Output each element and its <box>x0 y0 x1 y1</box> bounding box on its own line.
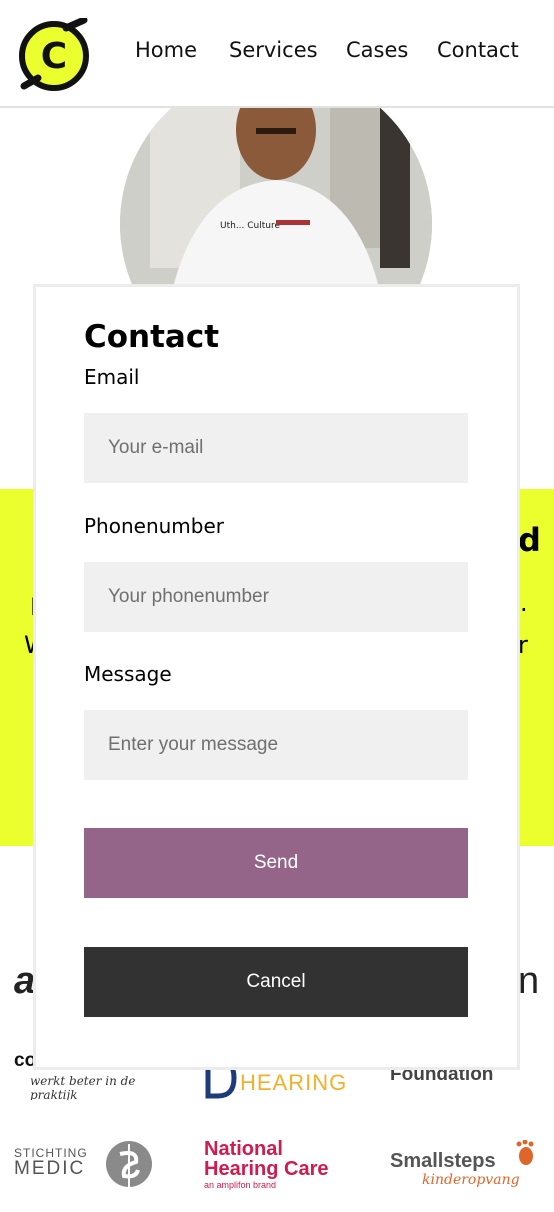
modal-title: Contact <box>84 319 220 355</box>
partner-logo: a <box>14 960 36 1002</box>
logo-icon[interactable]: C <box>16 16 92 94</box>
message-field[interactable] <box>84 710 468 780</box>
nav-home[interactable]: Home <box>135 38 197 62</box>
logo-letter: C <box>41 36 67 77</box>
contact-modal: Contact Email Phonenumber Message Send C… <box>33 284 520 1070</box>
partner-logos-row: STICHTING MEDIC National Hearing Care an… <box>0 1138 554 1198</box>
shirt-print: Uth... Culture <box>220 221 280 231</box>
email-field[interactable] <box>84 413 468 483</box>
band-text-fragment: . <box>520 589 528 617</box>
phone-label: Phonenumber <box>84 514 225 538</box>
send-button[interactable]: Send <box>84 828 468 898</box>
message-label: Message <box>84 662 172 686</box>
partner-logo: n <box>518 960 540 1002</box>
email-label: Email <box>84 365 140 389</box>
nav-contact[interactable]: Contact <box>437 38 519 62</box>
site-header: C Home Services Cases Contact <box>0 0 554 108</box>
cancel-button[interactable]: Cancel <box>84 947 468 1017</box>
phone-field[interactable] <box>84 562 468 632</box>
footprint-icon <box>516 1140 534 1165</box>
nav-cases[interactable]: Cases <box>346 38 408 62</box>
band-heading-fragment: d <box>518 521 541 559</box>
partner-logo-medic: STICHTING MEDIC <box>14 1138 164 1198</box>
partner-logo-smallsteps: Smallsteps kinderopvang <box>390 1138 550 1198</box>
partner-logo-national-hearing-care: National Hearing Care an amplifon brand <box>204 1138 329 1190</box>
nav-services[interactable]: Services <box>229 38 318 62</box>
